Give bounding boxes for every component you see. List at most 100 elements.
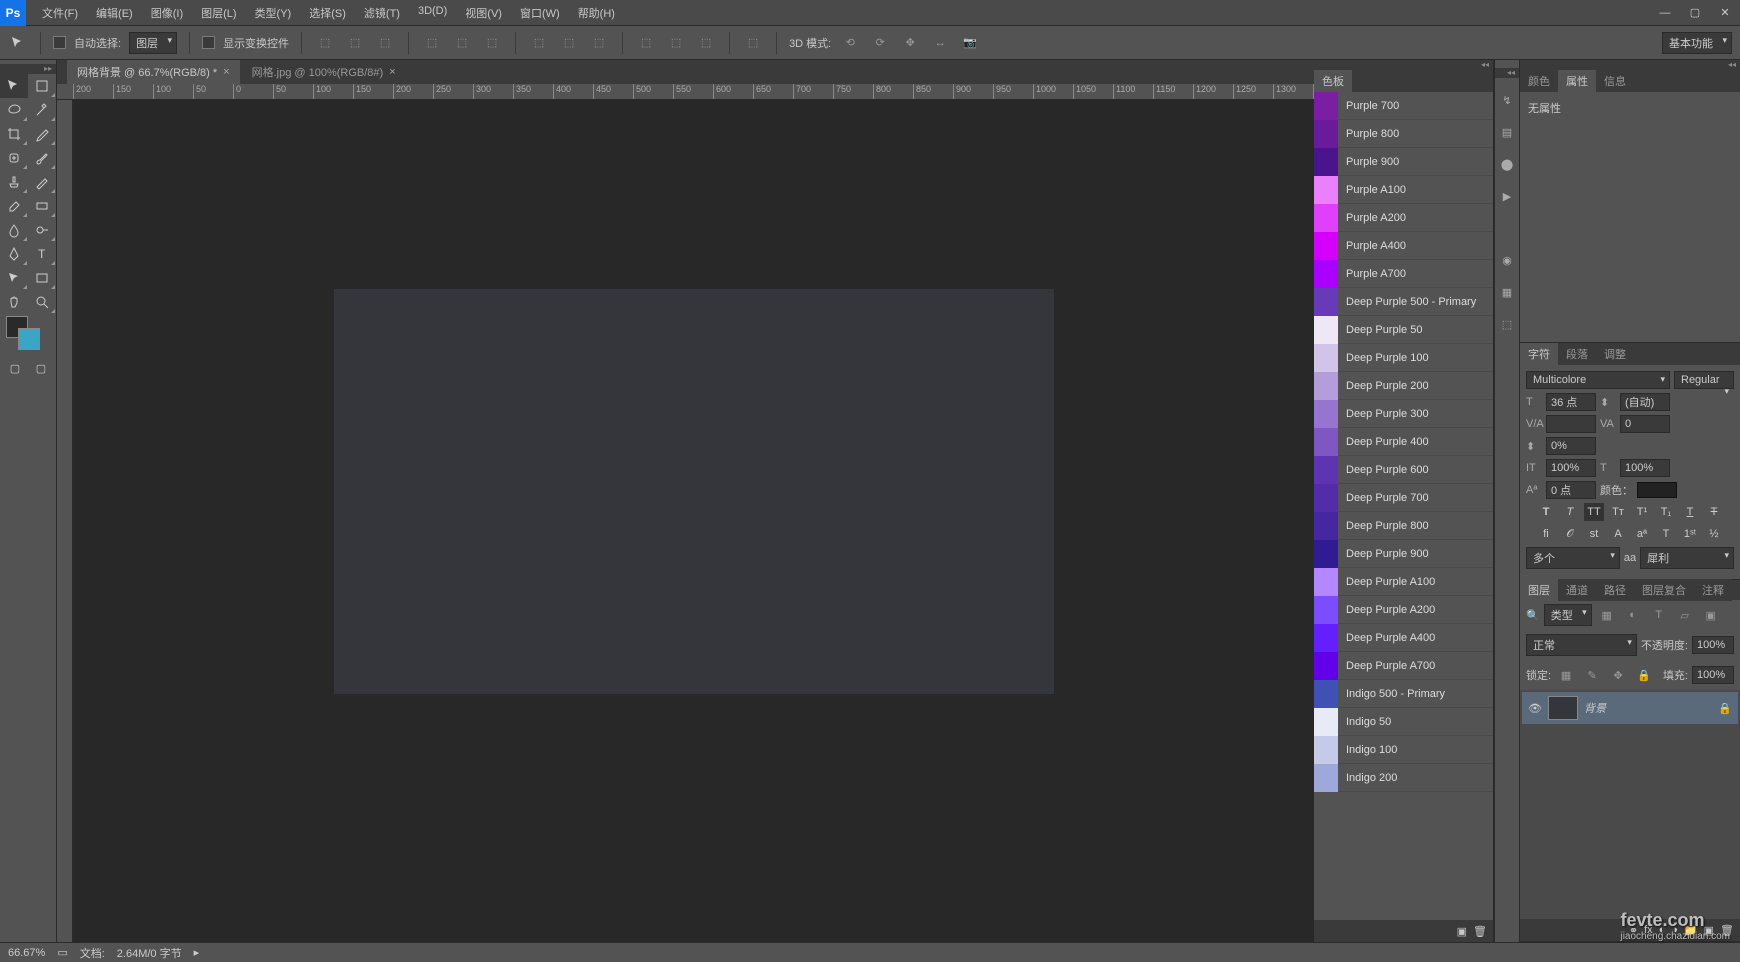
align-hcenter-icon[interactable]: ⬚ xyxy=(451,32,473,54)
superscript-button[interactable]: T¹ xyxy=(1632,503,1652,521)
swatch-row[interactable]: Purple 800 xyxy=(1314,120,1493,148)
swatch-row[interactable]: Deep Purple 700 xyxy=(1314,484,1493,512)
collapse-toggle[interactable]: ◂◂ xyxy=(1314,60,1493,70)
swatch-row[interactable]: Deep Purple 500 - Primary xyxy=(1314,288,1493,316)
distribute-h3-icon[interactable]: ⬚ xyxy=(695,32,717,54)
vscale-input[interactable] xyxy=(1546,459,1596,477)
align-top-icon[interactable]: ⬚ xyxy=(314,32,336,54)
menu-图层(L)[interactable]: 图层(L) xyxy=(193,1,244,25)
tab-color[interactable]: 颜色 xyxy=(1520,70,1558,92)
swatch-row[interactable]: Purple A700 xyxy=(1314,260,1493,288)
lock-trans-icon[interactable]: ▦ xyxy=(1555,664,1577,686)
swatch-row[interactable]: Purple A200 xyxy=(1314,204,1493,232)
swatch-chip[interactable] xyxy=(1314,596,1338,624)
quick-mask-icon[interactable]: ▢ xyxy=(2,356,28,380)
spot-heal-tool[interactable] xyxy=(0,146,28,170)
tab-paragraph[interactable]: 段落 xyxy=(1558,343,1596,365)
swatch-chip[interactable] xyxy=(1314,92,1338,120)
blend-mode-dropdown[interactable]: 正常 xyxy=(1526,634,1637,656)
auto-select-dropdown[interactable]: 图层 xyxy=(129,32,177,54)
tab-注释[interactable]: 注释 xyxy=(1694,579,1732,601)
menu-文件(F)[interactable]: 文件(F) xyxy=(34,1,86,25)
tab-info[interactable]: 信息 xyxy=(1596,70,1634,92)
swatch-chip[interactable] xyxy=(1314,316,1338,344)
screen-mode-icon[interactable]: ▢ xyxy=(28,356,54,380)
distribute-h1-icon[interactable]: ⬚ xyxy=(635,32,657,54)
swatch-row[interactable]: Deep Purple 50 xyxy=(1314,316,1493,344)
dodge-tool[interactable] xyxy=(28,218,56,242)
titling-button[interactable]: A xyxy=(1608,525,1628,543)
zoom-level[interactable]: 66.67% xyxy=(8,947,45,959)
nav-panel-icon[interactable]: ▦ xyxy=(1497,282,1517,302)
swatch-chip[interactable] xyxy=(1314,428,1338,456)
distribute-v1-icon[interactable]: ⬚ xyxy=(528,32,550,54)
menu-类型(Y)[interactable]: 类型(Y) xyxy=(247,1,300,25)
subscript-button[interactable]: T₁ xyxy=(1656,503,1676,521)
scale-input[interactable] xyxy=(1546,437,1596,455)
swatch-row[interactable]: Purple 700 xyxy=(1314,92,1493,120)
actions-panel-icon[interactable]: ▤ xyxy=(1497,122,1517,142)
swatch-row[interactable]: Indigo 500 - Primary xyxy=(1314,680,1493,708)
blur-tool[interactable] xyxy=(0,218,28,242)
distribute-h2-icon[interactable]: ⬚ xyxy=(665,32,687,54)
layer-row[interactable]: 👁 背景 🔒 xyxy=(1522,692,1738,724)
underline-button[interactable]: T xyxy=(1680,503,1700,521)
new-swatch-icon[interactable]: ▣ xyxy=(1457,925,1467,938)
zoom-tool[interactable] xyxy=(28,290,56,314)
3d-camera-icon[interactable]: 📷 xyxy=(959,32,981,54)
3d-roll-icon[interactable]: ⟳ xyxy=(869,32,891,54)
swatch-chip[interactable] xyxy=(1314,204,1338,232)
swatch-chip[interactable] xyxy=(1314,232,1338,260)
antialiasing-dropdown[interactable]: 犀利 xyxy=(1640,547,1734,569)
delete-swatch-icon[interactable]: 🗑 xyxy=(1473,925,1487,938)
font-style-dropdown[interactable]: Regular xyxy=(1674,371,1734,389)
kerning-input[interactable] xyxy=(1546,415,1596,433)
tab-路径[interactable]: 路径 xyxy=(1596,579,1634,601)
auto-select-checkbox[interactable] xyxy=(53,36,66,49)
show-transform-checkbox[interactable] xyxy=(202,36,215,49)
filter-kind-dropdown[interactable]: 类型 xyxy=(1544,604,1592,626)
eyedropper-tool[interactable] xyxy=(28,122,56,146)
document-tab[interactable]: 网格背景 @ 66.7%(RGB/8) *× xyxy=(67,60,240,84)
opacity-input[interactable] xyxy=(1692,636,1734,654)
swatch-chip[interactable] xyxy=(1314,400,1338,428)
swatch-row[interactable]: Deep Purple 600 xyxy=(1314,456,1493,484)
maximize-button[interactable]: ▢ xyxy=(1680,3,1710,23)
layers-list[interactable]: 👁 背景 🔒 xyxy=(1520,690,1740,919)
swatch-row[interactable]: Indigo 50 xyxy=(1314,708,1493,736)
path-select-tool[interactable] xyxy=(0,266,28,290)
swatch-chip[interactable] xyxy=(1314,484,1338,512)
tab-adjustments[interactable]: 调整 xyxy=(1596,343,1634,365)
swatch-chip[interactable] xyxy=(1314,568,1338,596)
tab-character[interactable]: 字符 xyxy=(1520,343,1558,365)
swatch-chip[interactable] xyxy=(1314,540,1338,568)
eraser-tool[interactable] xyxy=(0,194,28,218)
workspace-dropdown[interactable]: 基本功能 xyxy=(1662,32,1732,54)
filter-type-icon[interactable]: T xyxy=(1648,604,1670,626)
swatch-chip[interactable] xyxy=(1314,624,1338,652)
swatch-chip[interactable] xyxy=(1314,120,1338,148)
swatch-chip[interactable] xyxy=(1314,344,1338,372)
swatch-row[interactable]: Deep Purple 200 xyxy=(1314,372,1493,400)
menu-窗口(W)[interactable]: 窗口(W) xyxy=(512,1,568,25)
swatch-row[interactable]: Deep Purple A400 xyxy=(1314,624,1493,652)
layer-thumbnail[interactable] xyxy=(1548,696,1578,720)
tab-close-icon[interactable]: × xyxy=(223,66,229,78)
move-tool-icon[interactable] xyxy=(8,33,28,53)
gradient-tool[interactable] xyxy=(28,194,56,218)
menu-编辑(E)[interactable]: 编辑(E) xyxy=(88,1,141,25)
history-panel-icon[interactable]: ↯ xyxy=(1497,90,1517,110)
minimize-button[interactable]: — xyxy=(1650,3,1680,23)
swatch-chip[interactable] xyxy=(1314,288,1338,316)
swatch-chip[interactable] xyxy=(1314,736,1338,764)
menu-3D(D)[interactable]: 3D(D) xyxy=(410,1,455,25)
swatch-row[interactable]: Deep Purple 100 xyxy=(1314,344,1493,372)
menu-滤镜(T)[interactable]: 滤镜(T) xyxy=(356,1,408,25)
hand-tool[interactable] xyxy=(0,290,28,314)
document-canvas[interactable] xyxy=(334,289,1054,694)
info-panel-icon[interactable]: ⬚ xyxy=(1497,314,1517,334)
brush-tool[interactable] xyxy=(28,146,56,170)
ordinals-button[interactable]: aª xyxy=(1632,525,1652,543)
3d-pan-icon[interactable]: ✥ xyxy=(899,32,921,54)
fractions-button[interactable]: T xyxy=(1656,525,1676,543)
